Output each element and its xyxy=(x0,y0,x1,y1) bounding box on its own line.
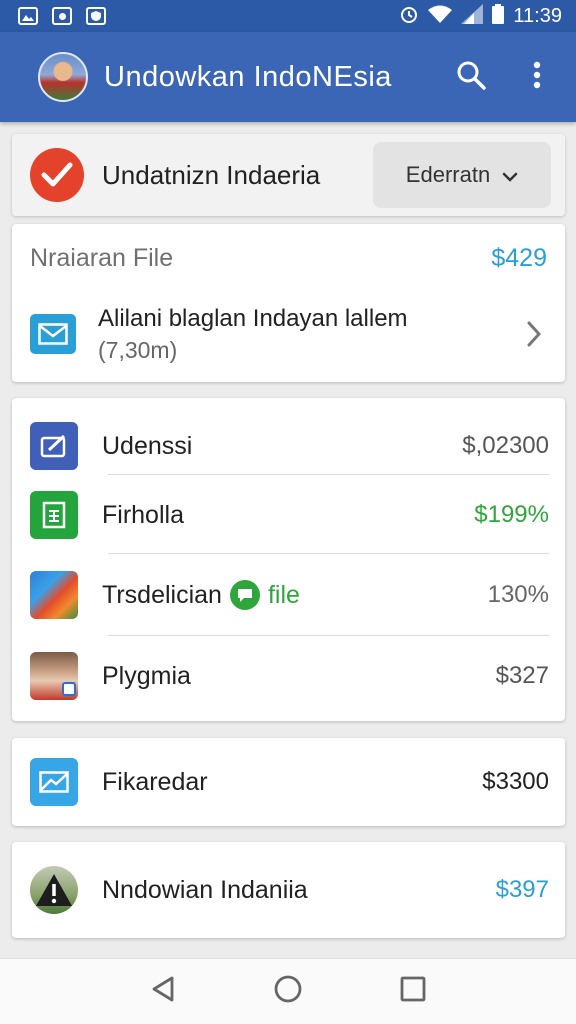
gallery-notification-icon xyxy=(18,7,38,25)
status-bar: 11:39 xyxy=(0,0,576,32)
signal-icon xyxy=(461,3,484,29)
edit-box-icon xyxy=(30,422,78,470)
list-item-firholla[interactable]: Firholla $199% xyxy=(12,476,565,554)
list-card: Udenssi $,02300 Firholla $199% Trsdelici… xyxy=(12,398,565,721)
chat-bubble-icon xyxy=(229,580,260,610)
system-icons: 11:39 xyxy=(399,3,562,29)
list-item-label-group: Trsdelician file xyxy=(102,580,488,610)
file-tag: file xyxy=(267,580,300,609)
dropdown-value: Ederratn xyxy=(405,162,491,187)
mail-icon xyxy=(30,314,76,354)
navigation-bar xyxy=(0,958,576,1024)
more-vert-icon xyxy=(533,61,541,94)
list-item-label: Firholla xyxy=(102,500,184,529)
chevron-right-icon xyxy=(521,321,547,347)
battery-icon xyxy=(492,3,505,29)
card-label: Nndowian Indaniia xyxy=(102,875,308,904)
header-card: Undatnizn Indaeria Ederratn xyxy=(12,134,565,216)
photo-icon xyxy=(30,652,78,700)
list-item-trsdelician[interactable]: Trsdelician file 130% xyxy=(12,554,565,636)
recents-icon xyxy=(400,976,426,1007)
home-button[interactable] xyxy=(268,972,308,1012)
chevron-down-icon xyxy=(502,162,518,188)
notification-icons xyxy=(18,7,106,25)
search-button[interactable] xyxy=(446,52,496,102)
file-card-amount: $429 xyxy=(491,244,547,272)
file-card-heading: Nraiaran File xyxy=(30,244,174,272)
back-icon xyxy=(150,975,176,1008)
file-item[interactable]: Alilani blaglan Indayan lallem (7,30m) xyxy=(12,302,565,366)
card-value: $3300 xyxy=(482,768,549,795)
back-button[interactable] xyxy=(143,972,183,1012)
media-notification-icon xyxy=(52,7,72,25)
list-item-udenssi[interactable]: Udenssi $,02300 xyxy=(12,410,565,482)
file-card: Nraiaran File $429 Alilani blaglan Inday… xyxy=(12,224,565,382)
header-title: Undatnizn Indaeria xyxy=(102,159,321,190)
list-item-value: 130% xyxy=(487,581,549,608)
file-item-title: Alilani blaglan Indayan lallem xyxy=(98,304,408,332)
avatar[interactable] xyxy=(38,52,88,102)
filter-dropdown[interactable]: Ederratn xyxy=(373,142,551,208)
list-item-plygmia[interactable]: Plygmia $327 xyxy=(12,636,565,716)
warning-icon xyxy=(30,866,78,914)
list-item-label: Plygmia xyxy=(102,661,191,690)
app-title: Undowkan IndoNEsia xyxy=(104,60,392,93)
alarm-icon xyxy=(399,4,419,29)
spreadsheet-icon xyxy=(30,491,78,539)
list-item-value: $327 xyxy=(495,662,549,689)
nndowian-card[interactable]: Nndowian Indaniia $397 xyxy=(12,842,565,938)
list-item-value: $,02300 xyxy=(462,432,549,459)
list-item-label: Trsdelician xyxy=(102,580,222,609)
fikaredar-card[interactable]: Fikaredar $3300 xyxy=(12,738,565,826)
list-item-label: Udenssi xyxy=(102,431,193,460)
recents-button[interactable] xyxy=(393,972,433,1012)
app-bar: Undowkan IndoNEsia xyxy=(0,32,576,122)
home-icon xyxy=(273,974,303,1009)
card-label: Fikaredar xyxy=(102,767,208,796)
divider xyxy=(108,474,549,475)
list-item-value: $199% xyxy=(474,501,549,528)
search-icon xyxy=(456,60,486,95)
wifi-icon xyxy=(428,5,453,28)
shield-notification-icon xyxy=(86,7,106,25)
card-value: $397 xyxy=(495,876,549,903)
clock: 11:39 xyxy=(513,4,562,27)
map-icon xyxy=(30,571,78,619)
file-item-text: Alilani blaglan Indayan lallem (7,30m) xyxy=(98,305,521,364)
overflow-menu-button[interactable] xyxy=(512,52,562,102)
check-icon xyxy=(30,148,84,202)
file-item-subtitle: (7,30m) xyxy=(98,336,178,363)
mail-icon xyxy=(30,758,78,806)
